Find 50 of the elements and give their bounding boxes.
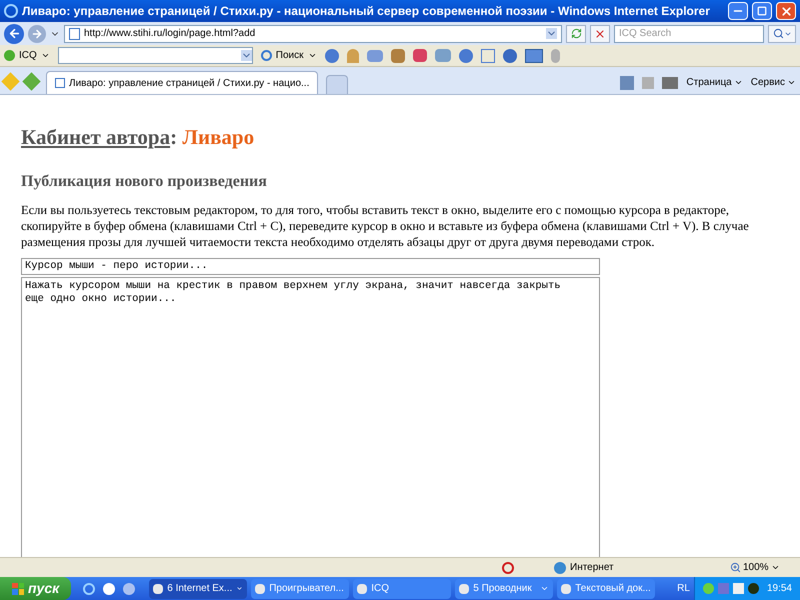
stop-icon bbox=[594, 28, 606, 40]
security-zone: Интернет bbox=[570, 561, 615, 575]
new-tab-button[interactable] bbox=[326, 75, 348, 94]
command-menu[interactable]: Сервис bbox=[750, 75, 796, 90]
zoom-button[interactable]: 100% bbox=[730, 560, 800, 575]
back-arrow-icon bbox=[8, 27, 20, 40]
search-button[interactable] bbox=[768, 24, 796, 42]
caret-icon bbox=[734, 78, 743, 87]
caret-icon[interactable] bbox=[546, 28, 557, 39]
icq-button[interactable]: ICQ bbox=[4, 48, 50, 63]
stop-button[interactable] bbox=[590, 24, 610, 42]
search-button[interactable]: Поиск bbox=[260, 48, 316, 63]
address-field[interactable]: http://www.stihi.ru/login/page.html?add bbox=[64, 24, 562, 42]
taskbar-button[interactable]: ICQ bbox=[353, 578, 452, 598]
zoom-icon bbox=[730, 562, 741, 573]
start-button[interactable]: пуск bbox=[0, 577, 72, 600]
caret-icon bbox=[787, 78, 796, 87]
icq-search-field[interactable] bbox=[58, 47, 253, 64]
author-name: Ливаро bbox=[182, 125, 254, 149]
caret-icon bbox=[770, 563, 780, 572]
windows-logo-icon bbox=[12, 582, 24, 594]
title-field[interactable]: Курсор мыши - перо истории... bbox=[21, 258, 600, 274]
instructions-text: Если вы пользуетесь текстовым редактором, то для того, чтобы вставить текст в окно, выделите его с помощью курсора в редакторе, скопируйте в буфер обмена (клавишами Ctrl + C), переведите курсор в окно и вставьте из буфера обмена (клавишами Ctrl + V). В случае размещения прозы для лучшей читаемости текста необходимо отделять абзацы друг от друга двумя переводами строк. bbox=[21, 202, 750, 250]
search-field[interactable]: ICQ Search bbox=[614, 24, 764, 42]
caret-icon bbox=[40, 51, 50, 60]
caret-icon[interactable] bbox=[240, 50, 252, 61]
caret-icon bbox=[540, 584, 550, 593]
close-button[interactable] bbox=[776, 2, 796, 20]
taskbar-button[interactable]: Проигрывател... bbox=[251, 578, 350, 598]
section-heading: Публикация нового произведения bbox=[21, 172, 268, 192]
restore-icon bbox=[757, 6, 767, 16]
clock: 19:54 bbox=[766, 582, 792, 596]
forward-arrow-icon bbox=[31, 28, 43, 40]
window-title: Ливаро: управление страницей / Стихи.ру - национальный сервер современной поэзии - Windows Internet Explorer bbox=[22, 3, 711, 20]
command-menu[interactable]: Страница bbox=[686, 75, 743, 90]
close-icon bbox=[780, 4, 792, 18]
taskbar-button[interactable]: Текстовый док... bbox=[557, 578, 656, 598]
text-field[interactable]: Нажать курсором мыши на крестик в правом верхнем углу экрана, значит навсегда закрыть еще одно окно истории... bbox=[21, 276, 600, 557]
author-cabinet-link[interactable]: Кабинет автора bbox=[21, 125, 170, 149]
refresh-icon bbox=[570, 28, 582, 39]
language-indicator[interactable]: RL bbox=[673, 581, 694, 596]
restore-button[interactable] bbox=[752, 2, 772, 20]
taskbar-button[interactable]: 5 Проводник bbox=[455, 578, 554, 598]
refresh-button[interactable] bbox=[566, 24, 586, 42]
heading-separator: : bbox=[170, 125, 178, 149]
minimize-button[interactable] bbox=[728, 2, 748, 20]
caret-icon bbox=[308, 51, 316, 60]
browser-tab[interactable]: Ливаро: управление страницей / Стихи.ру - нацио... bbox=[46, 71, 318, 94]
taskbar-button[interactable]: 6 Internet Ex... bbox=[149, 578, 248, 598]
back-button[interactable] bbox=[4, 24, 24, 44]
